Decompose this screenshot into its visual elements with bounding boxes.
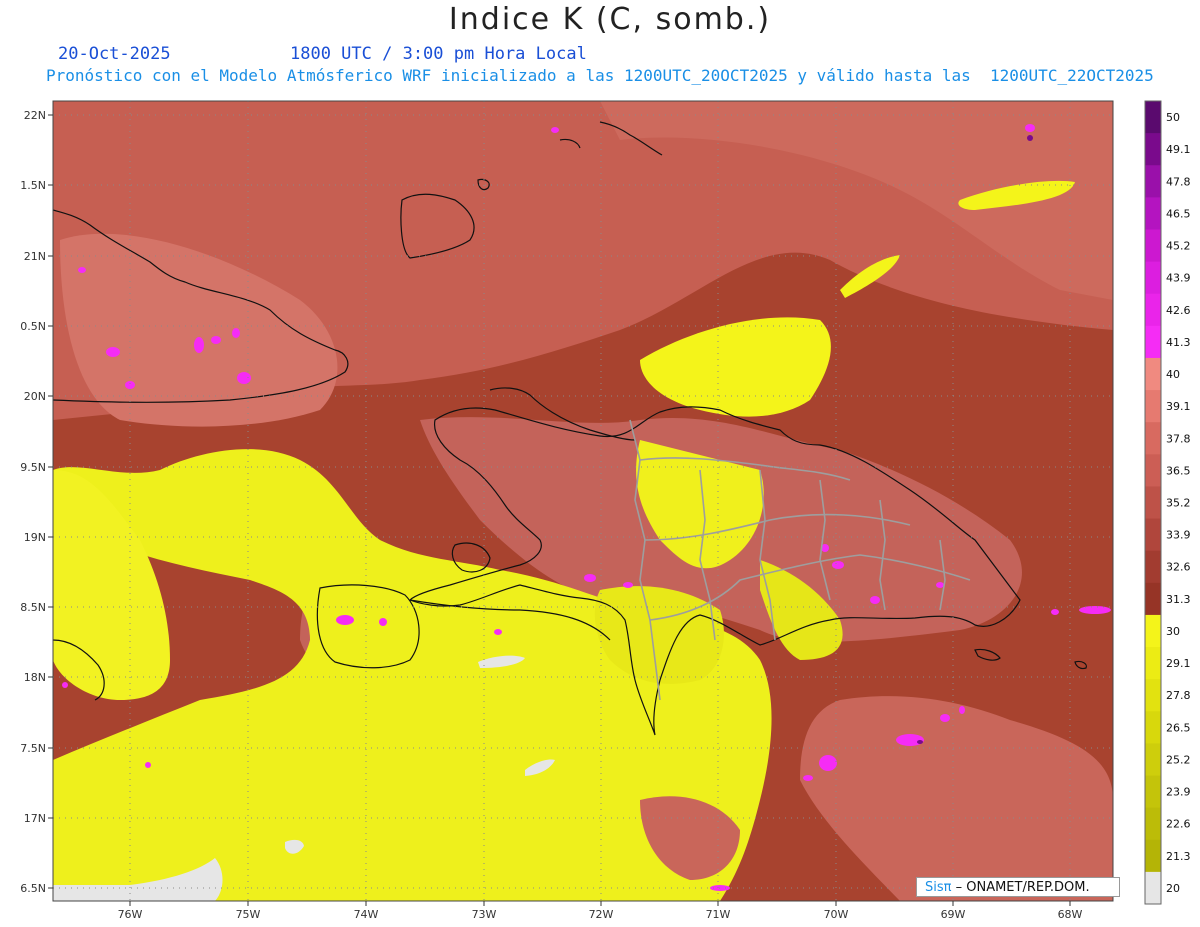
lon-label: 74W	[354, 908, 379, 921]
credit-text: – ONAMET/REP.DOM.	[955, 880, 1090, 895]
colorbar-label: 30	[1166, 625, 1180, 638]
colorbar-cell	[1145, 807, 1161, 841]
colorbar-label: 32.6	[1166, 561, 1191, 574]
lon-label: 75W	[236, 908, 261, 921]
colorbar-cell	[1145, 197, 1161, 230]
colorbar-label: 33.9	[1166, 529, 1191, 542]
colorbar-label: 25.2	[1166, 753, 1191, 766]
lat-label: 19N	[24, 531, 46, 544]
colorbar-label: 23.9	[1166, 786, 1191, 799]
colorbar-label: 49.1	[1166, 143, 1191, 156]
lat-label: 22N	[24, 109, 46, 122]
lat-label: 20N	[24, 390, 46, 403]
colorbar-label: 37.8	[1166, 432, 1191, 445]
lat-label: 1.5N	[20, 179, 46, 192]
k-index-field	[53, 101, 1113, 901]
sispi-logo: Sisπ	[925, 880, 952, 895]
colorbar-label: 46.5	[1166, 207, 1191, 220]
lat-label: 7.5N	[20, 742, 46, 755]
colorbar-cell	[1145, 711, 1161, 744]
colorbar-cell	[1145, 454, 1161, 487]
colorbar-label: 43.9	[1166, 272, 1191, 285]
lat-label: 6.5N	[20, 882, 46, 895]
colorbar-cell	[1145, 325, 1161, 359]
lon-label: 73W	[472, 908, 497, 921]
colorbar-cell	[1145, 261, 1161, 295]
lon-label: 71W	[706, 908, 731, 921]
colorbar-label: 35.2	[1166, 497, 1191, 510]
longitude-labels: 76W 75W 74W 73W 72W 71W 70W 69W 68W	[118, 908, 1083, 921]
credit-box: Sisπ – ONAMET/REP.DOM.	[916, 877, 1120, 897]
colorbar-cell	[1145, 390, 1161, 423]
lat-label: 17N	[24, 812, 46, 825]
colorbar-cell	[1145, 422, 1161, 455]
colorbar-cell	[1145, 229, 1161, 263]
colorbar-cell	[1145, 133, 1161, 166]
colorbar-label: 39.1	[1166, 400, 1191, 413]
lat-label: 21N	[24, 250, 46, 263]
colorbar-label: 31.3	[1166, 593, 1191, 606]
colorbar-label: 26.5	[1166, 721, 1191, 734]
colorbar-label: 45.2	[1166, 240, 1191, 253]
colorbar-cell	[1145, 775, 1161, 809]
lon-label: 76W	[118, 908, 143, 921]
lon-label: 68W	[1058, 908, 1083, 921]
lat-label: 8.5N	[20, 601, 46, 614]
colorbar-label: 36.5	[1166, 464, 1191, 477]
lon-label: 69W	[941, 908, 966, 921]
colorbar-label: 27.8	[1166, 689, 1191, 702]
colorbar-label: 29.1	[1166, 657, 1191, 670]
latitude-labels: 22N 1.5N 21N 0.5N 20N 9.5N 19N 8.5N 18N …	[20, 109, 46, 895]
colorbar-cell	[1145, 679, 1161, 712]
lon-label: 72W	[589, 908, 614, 921]
colorbar-cell	[1145, 486, 1161, 520]
colorbar-cell	[1145, 839, 1161, 873]
colorbar-label: 40	[1166, 368, 1180, 381]
colorbar-cell	[1145, 293, 1161, 327]
colorbar-cell	[1145, 647, 1161, 680]
colorbar-label: 20	[1166, 882, 1180, 895]
lat-label: 0.5N	[20, 320, 46, 333]
colorbar-cell	[1145, 871, 1161, 905]
colorbar-label: 22.6	[1166, 818, 1191, 831]
colorbar-cell	[1145, 101, 1161, 134]
colorbar-label: 50	[1166, 111, 1180, 124]
colorbar-label: 21.3	[1166, 850, 1191, 863]
colorbar: 50 49.1 47.8 46.5 45.2 43.9 42.6 41.3 40 39.1 37.8…	[1144, 100, 1191, 905]
lat-label: 18N	[24, 671, 46, 684]
colorbar-label: 47.8	[1166, 175, 1191, 188]
colorbar-cell	[1145, 357, 1161, 391]
colorbar-label: 41.3	[1166, 336, 1191, 349]
colorbar-cell	[1145, 550, 1161, 584]
forecast-map: 22N 1.5N 21N 0.5N 20N 9.5N 19N 8.5N 18N …	[20, 100, 1191, 921]
colorbar-cell	[1145, 743, 1161, 777]
colorbar-cell	[1145, 518, 1161, 552]
colorbar-cell	[1145, 582, 1161, 616]
lat-label: 9.5N	[20, 461, 46, 474]
colorbar-label: 42.6	[1166, 304, 1191, 317]
lon-label: 70W	[824, 908, 849, 921]
colorbar-cell	[1145, 165, 1161, 198]
colorbar-cell	[1145, 614, 1161, 648]
